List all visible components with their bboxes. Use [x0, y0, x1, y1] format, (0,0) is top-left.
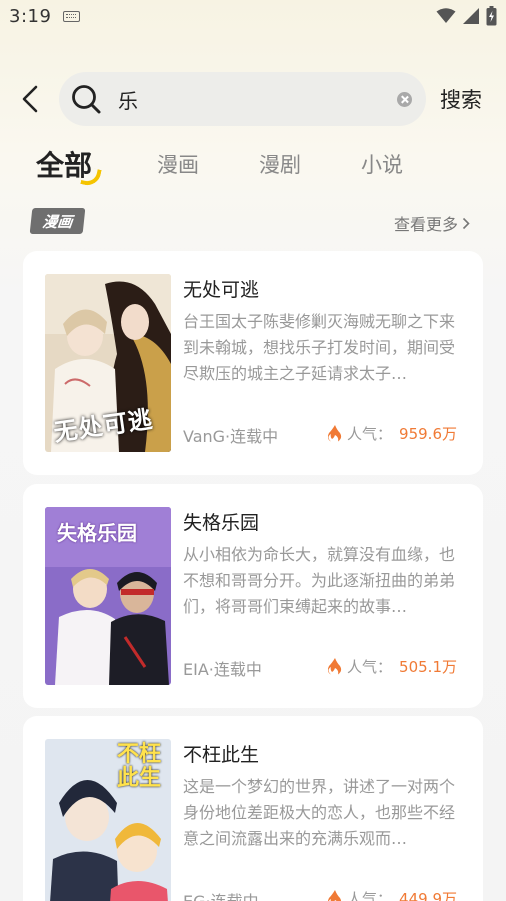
comic-cover[interactable]: 失格乐园 [45, 507, 171, 685]
comic-cover[interactable]: 无处可逃 [45, 274, 171, 452]
battery-icon [486, 6, 497, 26]
result-card[interactable]: 不枉此生 不枉此生 这是一个梦幻的世界，讲述了一对两个身份地位差距极大的恋人，也… [23, 716, 483, 901]
see-more-link[interactable]: 查看更多 [394, 211, 470, 235]
popularity: 人气： 959.6万 [328, 423, 457, 444]
keyboard-icon [63, 11, 80, 22]
status-icons [436, 6, 497, 26]
category-tabs: 全部 漫画 漫剧 小说 [0, 144, 506, 194]
flame-icon [328, 890, 342, 901]
popularity-value: 959.6万 [399, 425, 457, 443]
comic-title: 无处可逃 [183, 279, 260, 301]
comic-author-status: VanG·连载中 [183, 427, 279, 446]
comic-description: 这是一个梦幻的世界，讲述了一对两个身份地位差距极大的恋人，也那些不经意之间流露出… [183, 777, 456, 848]
popularity-label: 人气： [347, 658, 393, 676]
search-input[interactable] [118, 84, 378, 114]
active-tab-indicator [80, 166, 102, 188]
cover-title-text: 不枉此生 [117, 742, 162, 791]
popularity: 人气： 505.1万 [328, 656, 457, 677]
clear-icon[interactable] [397, 92, 412, 107]
comic-description: 从小相依为命长大，就算没有血缘，也不想和哥哥分开。为此逐渐扭曲的弟弟们，将哥哥们… [183, 545, 456, 616]
back-button[interactable] [16, 84, 44, 114]
signal-icon [463, 8, 479, 24]
tab-comics[interactable]: 漫画 [157, 149, 199, 179]
comic-author-status: EG·连载中 [183, 888, 259, 901]
popularity-label: 人气： [347, 425, 393, 443]
wifi-icon [436, 8, 456, 23]
see-more-label: 查看更多 [393, 215, 458, 234]
comic-description: 台王国太子陈斐修剿灭海贼无聊之下来到未翰城，想找乐子打发时间，期间受尽欺压的城主… [183, 312, 456, 383]
comic-title: 失格乐园 [183, 512, 260, 534]
popularity: 人气： 449.9万 [328, 888, 457, 901]
section-badge: 漫画 [29, 208, 86, 234]
chevron-left-icon [22, 85, 38, 113]
flame-icon [328, 658, 342, 675]
tab-short-drama[interactable]: 漫剧 [259, 149, 301, 179]
result-card[interactable]: 失格乐园 失格乐园 从小相依为命长大，就算没有血缘，也不想和哥哥分开。为此逐渐扭… [23, 484, 483, 708]
cover-title-text: 失格乐园 [57, 521, 137, 545]
status-time: 3:19 [9, 6, 52, 27]
popularity-value: 449.9万 [399, 890, 457, 901]
result-card[interactable]: 无处可逃 无处可逃 台王国太子陈斐修剿灭海贼无聊之下来到未翰城，想找乐子打发时间… [23, 251, 483, 475]
tab-novels[interactable]: 小说 [361, 149, 403, 179]
search-icon [72, 85, 101, 114]
popularity-label: 人气： [347, 890, 393, 901]
chevron-right-icon [462, 217, 470, 229]
flame-icon [328, 425, 342, 442]
search-button[interactable]: 搜索 [440, 84, 482, 114]
popularity-value: 505.1万 [399, 658, 457, 676]
comic-cover[interactable]: 不枉此生 [45, 739, 171, 901]
comic-title: 不枉此生 [183, 744, 260, 766]
section-badge-label: 漫画 [41, 212, 74, 231]
search-box[interactable] [59, 72, 426, 126]
status-bar: 3:19 [0, 0, 506, 34]
comic-author-status: EIA·连载中 [183, 660, 262, 679]
